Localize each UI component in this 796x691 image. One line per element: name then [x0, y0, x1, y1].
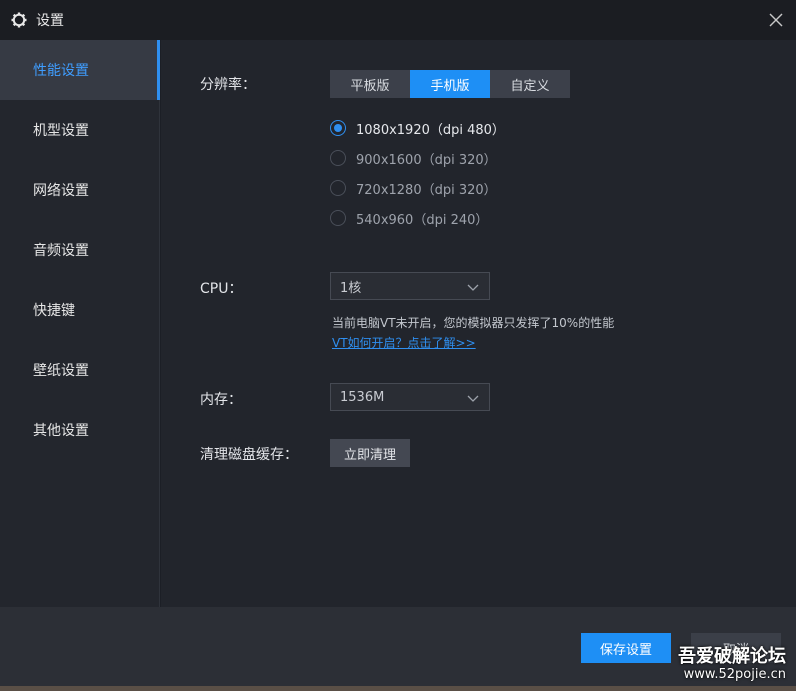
- sidebar-item-label: 音频设置: [33, 243, 89, 259]
- resolution-label: 分辨率：: [200, 77, 256, 93]
- window-title: 设置: [36, 13, 64, 29]
- watermark-url: www.52pojie.cn: [683, 667, 786, 682]
- sidebar-item-wallpaper[interactable]: 壁纸设置: [0, 340, 159, 400]
- chevron-down-icon: [466, 280, 480, 294]
- memory-label: 内存：: [200, 392, 242, 408]
- sidebar-item-label: 性能设置: [33, 63, 89, 79]
- title-bar: 设置: [0, 0, 796, 40]
- resolution-option-label: 1080x1920（dpi 480）: [356, 122, 505, 138]
- sidebar-item-label: 壁纸设置: [33, 363, 89, 379]
- sidebar-item-other[interactable]: 其他设置: [0, 400, 159, 460]
- cpu-label: CPU：: [200, 281, 243, 297]
- tab-custom[interactable]: 自定义: [490, 70, 570, 98]
- resolution-option-label: 720x1280（dpi 320）: [356, 182, 497, 198]
- resolution-option-540[interactable]: 540x960（dpi 240）: [330, 208, 488, 228]
- resolution-option-1080[interactable]: 1080x1920（dpi 480）: [330, 118, 505, 138]
- sidebar-item-performance[interactable]: 性能设置: [0, 40, 160, 100]
- sidebar-item-model[interactable]: 机型设置: [0, 100, 159, 160]
- close-icon[interactable]: [764, 8, 788, 32]
- vt-help-link[interactable]: VT如何开启？点击了解>>: [332, 334, 476, 351]
- resolution-option-label: 900x1600（dpi 320）: [356, 152, 497, 168]
- radio-checked-icon[interactable]: [330, 120, 346, 136]
- memory-select[interactable]: 1536M: [330, 383, 490, 411]
- footer-bar: [0, 607, 796, 691]
- sidebar-item-label: 其他设置: [33, 423, 89, 439]
- resolution-option-720[interactable]: 720x1280（dpi 320）: [330, 178, 497, 198]
- cpu-select-value: 1核: [340, 280, 362, 296]
- sidebar-item-label: 机型设置: [33, 123, 89, 139]
- resolution-option-900[interactable]: 900x1600（dpi 320）: [330, 148, 497, 168]
- resolution-option-label: 540x960（dpi 240）: [356, 212, 489, 228]
- gear-icon: [10, 11, 28, 29]
- vt-warning-text: 当前电脑VT未开启，您的模拟器只发挥了10%的性能: [332, 316, 615, 330]
- resolution-tabs: 平板版 手机版 自定义: [330, 70, 570, 98]
- taskbar-strip: [0, 686, 796, 691]
- memory-select-value: 1536M: [340, 389, 385, 405]
- clear-cache-button[interactable]: 立即清理: [330, 439, 410, 467]
- sidebar-item-network[interactable]: 网络设置: [0, 160, 159, 220]
- sidebar-item-label: 快捷键: [33, 303, 75, 319]
- disk-cache-label: 清理磁盘缓存：: [200, 447, 298, 463]
- save-button[interactable]: 保存设置: [581, 633, 671, 663]
- sidebar: 性能设置 机型设置 网络设置 音频设置 快捷键 壁纸设置 其他设置: [0, 40, 160, 607]
- radio-unchecked-icon[interactable]: [330, 210, 346, 226]
- tab-phone[interactable]: 手机版: [410, 70, 490, 98]
- cpu-select[interactable]: 1核: [330, 272, 490, 300]
- watermark-title: 吾爱破解论坛: [678, 646, 786, 667]
- sidebar-item-audio[interactable]: 音频设置: [0, 220, 159, 280]
- chevron-down-icon: [466, 391, 480, 405]
- tab-tablet[interactable]: 平板版: [330, 70, 410, 98]
- sidebar-item-shortcuts[interactable]: 快捷键: [0, 280, 159, 340]
- radio-unchecked-icon[interactable]: [330, 150, 346, 166]
- radio-unchecked-icon[interactable]: [330, 180, 346, 196]
- sidebar-item-label: 网络设置: [33, 183, 89, 199]
